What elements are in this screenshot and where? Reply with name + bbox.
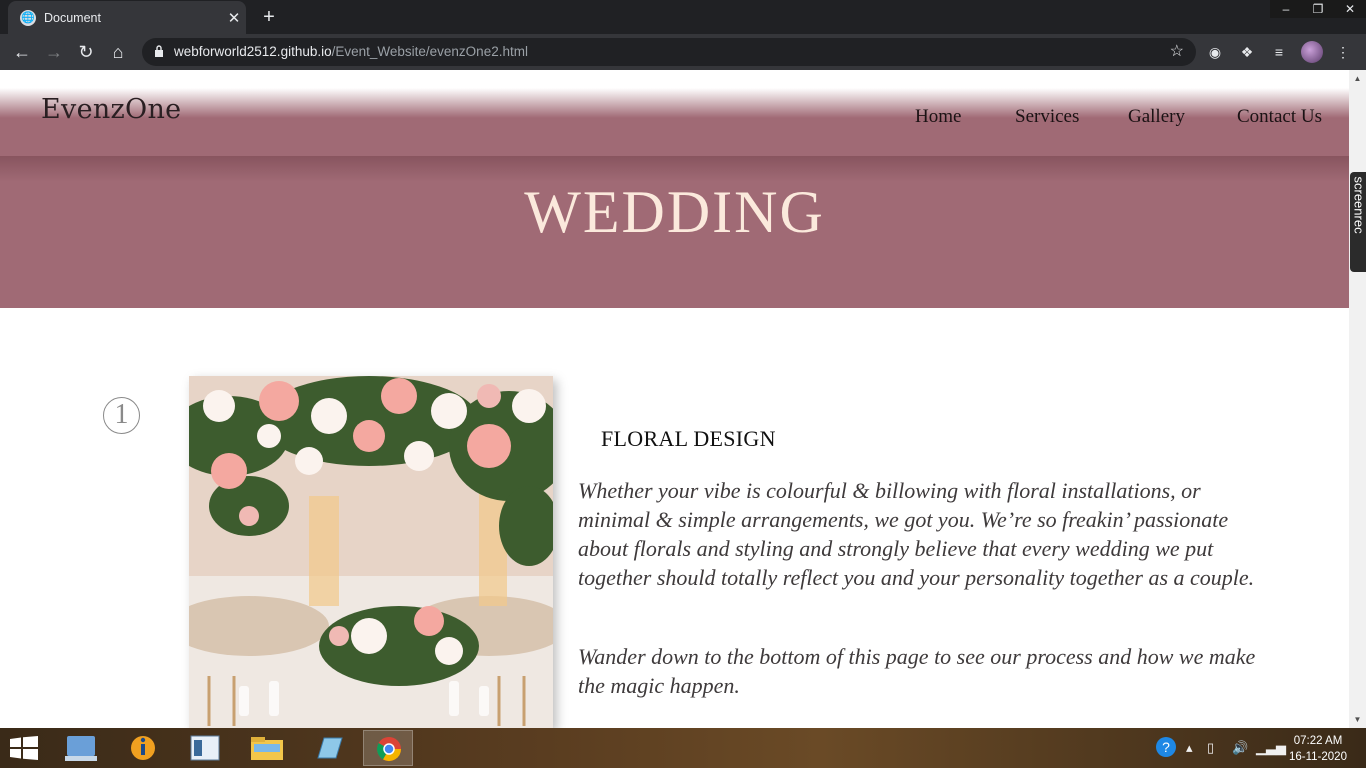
puzzle-icon[interactable]: ❖ (1237, 42, 1257, 62)
screenrec-label: screenrec (1352, 177, 1366, 267)
nav-services[interactable]: Services (1015, 106, 1079, 128)
tray-expand-icon[interactable]: ▴ (1186, 740, 1193, 756)
extension-icon[interactable]: ◉ (1205, 42, 1225, 62)
browser-tab[interactable]: 🌐 Document ✕ (8, 1, 246, 34)
minimize-button[interactable]: – (1270, 0, 1302, 18)
taskbar-info-app-icon[interactable] (118, 730, 168, 766)
address-bar[interactable]: webforworld2512.github.io/Event_Website/… (142, 38, 1196, 66)
nav-home[interactable]: Home (915, 106, 961, 128)
url-path: /Event_Website/evenzOne2.html (332, 44, 528, 59)
taskbar-notes-app-icon[interactable] (304, 730, 354, 766)
close-window-button[interactable]: ✕ (1334, 0, 1366, 18)
media-queue-icon[interactable]: ≡ (1269, 42, 1289, 62)
floral-arrangement-illustration (189, 376, 553, 728)
windows-start-icon[interactable] (10, 736, 38, 760)
browser-toolbar: ← → ↻ ⌂ webforworld2512.github.io/Event_… (0, 34, 1366, 70)
section-paragraph-1: Whether your vibe is colourful & billowi… (578, 476, 1268, 592)
page-viewport: EvenzOne Home Services Gallery Contact U… (0, 70, 1349, 728)
tab-title: Document (44, 11, 222, 25)
forward-icon[interactable]: → (42, 40, 66, 64)
site-header: EvenzOne Home Services Gallery Contact U… (0, 70, 1349, 156)
restore-button[interactable]: ❐ (1302, 0, 1334, 18)
url-host: webforworld2512.github.io (174, 44, 332, 59)
windows-taskbar: ? ▴ ▯ 🔊 ▁▃▅ 07:22 AM 16-11-2020 (0, 728, 1366, 768)
scroll-down-arrow-icon[interactable]: ▼ (1349, 711, 1366, 728)
taskbar-chrome-icon[interactable] (363, 730, 413, 766)
clock-time: 07:22 AM (1284, 733, 1352, 749)
volume-icon[interactable]: 🔊 (1232, 740, 1248, 756)
nav-contact-us[interactable]: Contact Us (1237, 106, 1322, 128)
screenrec-widget[interactable]: screenrec (1350, 172, 1366, 272)
network-signal-icon[interactable]: ▁▃▅ (1256, 740, 1286, 756)
url-text: webforworld2512.github.io/Event_Website/… (174, 44, 528, 59)
close-icon[interactable]: ✕ (222, 9, 246, 27)
lock-icon (154, 45, 164, 57)
hero-banner: WEDDING (0, 156, 1349, 308)
new-tab-button[interactable]: + (256, 5, 282, 29)
page-scrollbar[interactable]: ▲ ▼ (1349, 70, 1366, 728)
taskbar-keyboard-app-icon[interactable] (56, 730, 106, 766)
reload-icon[interactable]: ↻ (74, 40, 98, 64)
nav-gallery[interactable]: Gallery (1128, 106, 1185, 128)
floral-wedding-photo (189, 376, 553, 728)
home-icon[interactable]: ⌂ (106, 40, 130, 64)
clock-date: 16-11-2020 (1284, 749, 1352, 765)
help-icon[interactable]: ? (1155, 736, 1177, 761)
site-logo[interactable]: EvenzOne (41, 94, 181, 125)
scroll-up-arrow-icon[interactable]: ▲ (1349, 70, 1366, 87)
back-icon[interactable]: ← (10, 40, 34, 64)
taskbar-file-explorer-icon[interactable] (242, 730, 292, 766)
taskbar-clock[interactable]: 07:22 AM 16-11-2020 (1284, 733, 1352, 765)
profile-avatar[interactable] (1301, 41, 1323, 63)
hero-title: WEDDING (0, 178, 1349, 247)
section-number-badge: 1 (103, 397, 140, 434)
menu-icon[interactable]: ⋮ (1333, 42, 1353, 62)
svg-text:?: ? (1162, 739, 1170, 755)
section-paragraph-2: Wander down to the bottom of this page t… (578, 642, 1268, 700)
section-title: FLORAL DESIGN (601, 426, 776, 452)
globe-icon: 🌐 (20, 10, 36, 26)
taskbar-document-app-icon[interactable] (180, 730, 230, 766)
bookmark-star-icon[interactable]: ☆ (1170, 41, 1184, 61)
browser-tab-strip: 🌐 Document ✕ + – ❐ ✕ (0, 0, 1366, 34)
device-icon[interactable]: ▯ (1207, 740, 1214, 756)
